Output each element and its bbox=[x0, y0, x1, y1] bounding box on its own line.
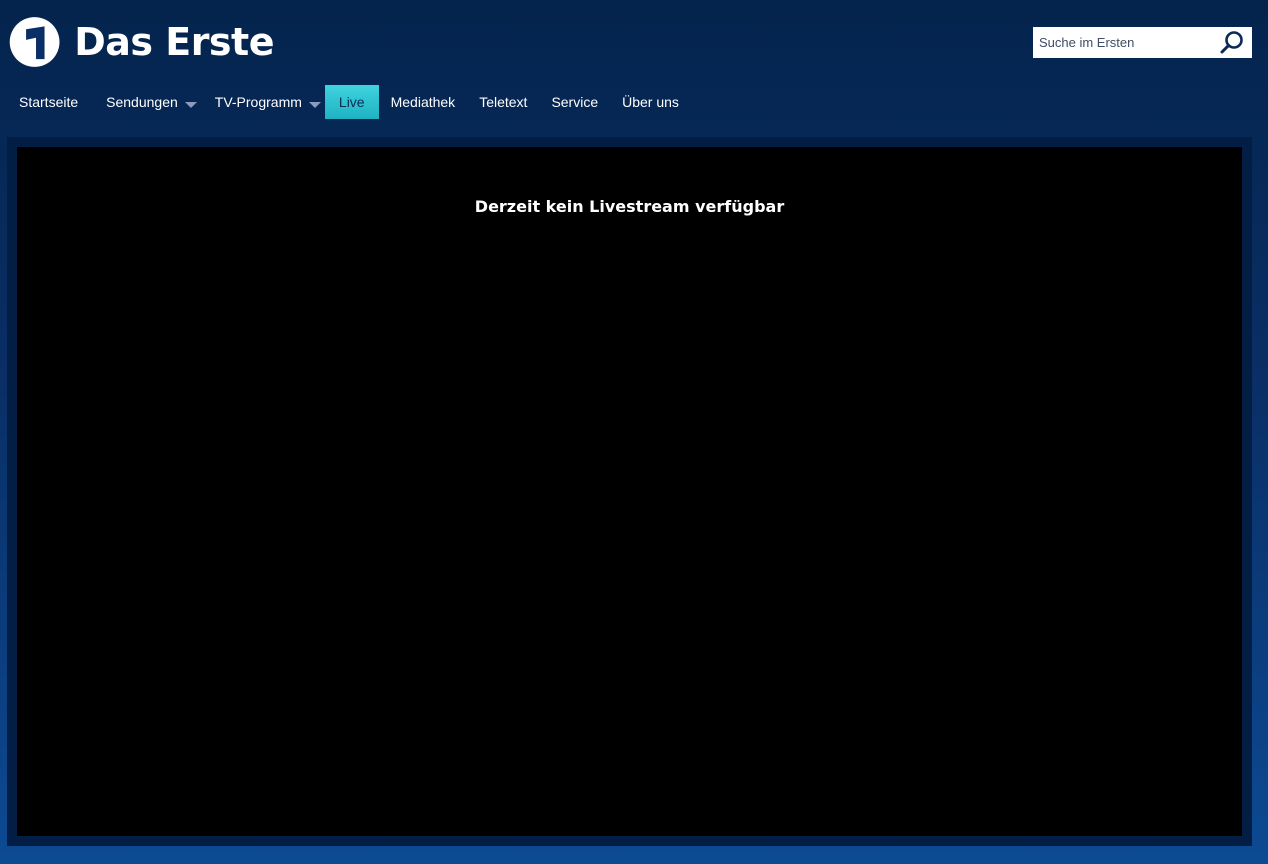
search-box bbox=[1033, 27, 1252, 58]
player-status-message: Derzeit kein Livestream verfügbar bbox=[474, 197, 785, 216]
nav-item-service[interactable]: Service bbox=[539, 85, 610, 119]
das-erste-logo[interactable]: Das Erste bbox=[9, 6, 274, 78]
nav-item-teletext[interactable]: Teletext bbox=[467, 85, 539, 119]
nav-item-sendungen[interactable]: Sendungen bbox=[94, 85, 199, 119]
nav-item-mediathek[interactable]: Mediathek bbox=[379, 85, 468, 119]
nav-item-label: Service bbox=[551, 94, 599, 110]
chevron-down-icon bbox=[184, 102, 197, 108]
nav-item-startseite[interactable]: Startseite bbox=[7, 85, 90, 119]
search-icon bbox=[1220, 30, 1243, 53]
ard-one-icon bbox=[9, 17, 60, 67]
nav-item-ueber-uns[interactable]: Über uns bbox=[610, 85, 691, 119]
nav-item-label: Teletext bbox=[479, 94, 528, 110]
nav-item-label: Startseite bbox=[19, 94, 79, 110]
main-navigation: Startseite Sendungen TV-Programm Live Me… bbox=[7, 85, 691, 119]
nav-item-tv-programm[interactable]: TV-Programm bbox=[203, 85, 323, 119]
search-button[interactable] bbox=[1218, 29, 1246, 56]
nav-item-label: TV-Programm bbox=[214, 94, 302, 110]
brand-name: Das Erste bbox=[74, 20, 274, 64]
nav-item-label: Sendungen bbox=[106, 94, 178, 110]
player-frame: Derzeit kein Livestream verfügbar bbox=[7, 137, 1252, 846]
chevron-down-icon bbox=[308, 102, 321, 108]
search-input[interactable] bbox=[1033, 27, 1215, 58]
nav-item-label: Live bbox=[338, 94, 365, 110]
nav-item-label: Über uns bbox=[622, 94, 679, 110]
nav-item-live[interactable]: Live bbox=[324, 85, 379, 119]
nav-item-label: Mediathek bbox=[390, 94, 456, 110]
live-video-player[interactable]: Derzeit kein Livestream verfügbar bbox=[17, 147, 1242, 836]
